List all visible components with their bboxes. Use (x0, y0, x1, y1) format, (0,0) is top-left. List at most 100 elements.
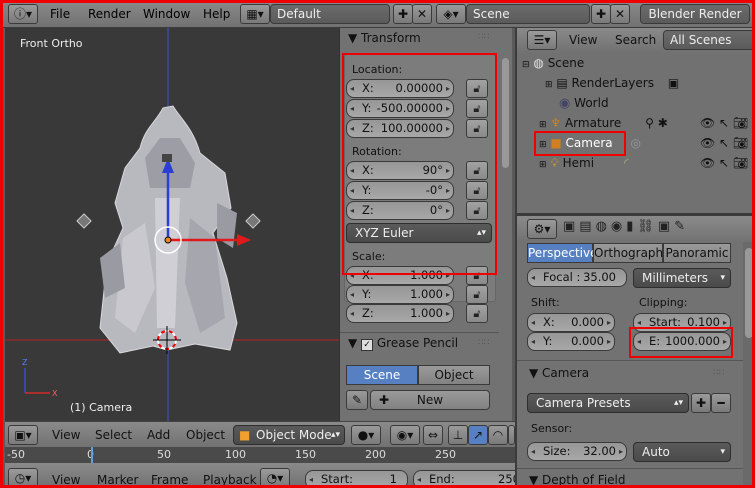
timeline-menu-view[interactable]: View (52, 473, 80, 487)
start-frame-label: Start: (321, 472, 353, 486)
shift-x-value: 0.000 (571, 315, 604, 329)
outliner-editor-type-button[interactable]: ☰▾ (527, 30, 557, 50)
tab-perspective[interactable]: Perspective (527, 243, 598, 263)
properties-scrollbar[interactable] (743, 242, 755, 488)
ruler-tick: 150 (295, 448, 316, 461)
grease-pencil-header[interactable]: ▼ ✓ Grease Pencil (348, 336, 458, 351)
menu-render[interactable]: Render (88, 7, 131, 21)
shift-y-field[interactable]: ◂ Y: 0.000 ▸ (527, 332, 615, 351)
move-icon[interactable]: ↗ (468, 425, 488, 445)
end-frame-label: End: (429, 472, 455, 486)
checkbox-icon[interactable]: ✓ (361, 339, 374, 351)
focal-length-field[interactable]: ◂ Focal :35.00 (527, 268, 627, 287)
outliner-row-renderlayers[interactable]: ⊞ ▤ RenderLayers ▣ (545, 73, 679, 93)
start-frame-value: 1 (389, 472, 397, 486)
manipulator-icon[interactable]: ⇔ (423, 425, 443, 445)
divider (517, 468, 743, 469)
outliner-row-world[interactable]: ◉ World (559, 93, 609, 113)
new-button[interactable]: ✚ New (370, 390, 490, 410)
sensor-size-field[interactable]: ◂ Size: 32.00 ▸ (527, 442, 627, 461)
sensor-size-value: 32.00 (583, 444, 616, 458)
world-icon: ◉ (559, 96, 571, 111)
timeline-menu-frame[interactable]: Frame (151, 473, 188, 487)
tab-orthographic[interactable]: Orthographic (593, 243, 673, 263)
menu-help[interactable]: Help (203, 7, 230, 21)
tab-panoramic[interactable]: Panoramic (663, 243, 731, 263)
outliner-label: Scene (547, 56, 585, 70)
add-screen-icon[interactable]: ✚ (393, 4, 413, 24)
ruler-tick: 50 (157, 448, 171, 461)
rotate-icon[interactable]: ◠ (488, 425, 508, 445)
menu-add[interactable]: Add (147, 428, 170, 442)
drag-handle-icon[interactable]: ∷∷ (478, 338, 489, 348)
menu-select[interactable]: Select (95, 428, 132, 442)
camera-section-header[interactable]: ▼ Camera (529, 366, 589, 380)
shift-x-field[interactable]: ◂ X: 0.000 ▸ (527, 313, 615, 332)
menu-object[interactable]: Object (186, 428, 225, 442)
clipping-label: Clipping: (639, 296, 688, 309)
camera-presets-select[interactable]: Camera Presets ▴▾ (527, 393, 689, 413)
translate-icon[interactable]: ⊥ (448, 425, 468, 445)
screen-layout-button[interactable]: ▦▾ (240, 4, 270, 24)
3d-view-header: ▣▾ View Select Add Object ■ Object Mode ▴▾… (5, 421, 515, 447)
shading-button[interactable]: ●▾ (351, 425, 381, 445)
shift-y-label: Y: (543, 334, 553, 348)
mode-value: Object Mode (256, 428, 332, 442)
ruler-tick: 200 (365, 448, 386, 461)
scene-selector-button[interactable]: ◈▾ (436, 4, 466, 24)
end-frame-field[interactable]: ◂ End: 250 (413, 470, 523, 488)
tab-scene[interactable]: Scene (346, 365, 418, 385)
scale-icon[interactable] (508, 425, 515, 445)
cube-icon: ■ (239, 428, 251, 442)
n-panel-scrollbar[interactable] (499, 28, 512, 421)
close-screen-icon[interactable]: ✕ (412, 4, 432, 24)
outliner-filter-select[interactable]: All Scenes (663, 30, 755, 50)
sensor-fit-value: Auto (642, 445, 670, 459)
mode-select[interactable]: ■ Object Mode ▴▾ (233, 425, 345, 445)
timeline-ruler[interactable]: -50 0 50 100 150 200 250 (5, 447, 515, 463)
playhead[interactable] (91, 447, 93, 463)
right-column: ☰▾ View Search All Scenes ⊟ ◍ Scene ⊞ ▤ … (515, 28, 755, 488)
scene-name-field[interactable]: Scene (466, 4, 590, 24)
tab-object[interactable]: Object (418, 365, 490, 385)
drag-handle-icon[interactable]: ∷∷ (713, 368, 724, 378)
menu-view[interactable]: View (52, 428, 80, 442)
remove-preset-icon[interactable]: ━ (711, 393, 731, 413)
properties-editor-type-button[interactable]: ⚙▾ (527, 219, 557, 239)
pencil-icon[interactable]: ✎ (346, 390, 368, 410)
menu-file[interactable]: File (50, 7, 70, 21)
render-engine-select[interactable]: Blender Render (640, 4, 750, 24)
3d-viewport[interactable]: Front Ortho Z X (1) Camera (5, 28, 339, 421)
add-scene-icon[interactable]: ✚ (591, 4, 611, 24)
editor-type-button[interactable]: ▣▾ (8, 425, 38, 445)
screen-name-field[interactable]: Default (270, 4, 390, 24)
highlight-transform (339, 28, 499, 328)
lens-unit-select[interactable]: Millimeters ▾ (633, 268, 731, 288)
outliner-row-scene[interactable]: ⊟ ◍ Scene (522, 53, 584, 73)
outliner-menu-view[interactable]: View (569, 33, 597, 47)
dof-header-label: Depth of Field (542, 473, 626, 487)
pivot-button[interactable]: ◉▾ (390, 425, 420, 445)
outliner-tree[interactable]: ⊟ ◍ Scene ⊞ ▤ RenderLayers ▣ ◉ World ⊞ ♆… (517, 53, 755, 213)
outliner-label: Hemi (562, 156, 595, 170)
keying-set-button[interactable]: ◔▾ (260, 468, 290, 488)
outliner-row-hemi[interactable]: ⊞ 💡︎ Hemi ◜ (539, 153, 629, 173)
grease-pencil-label: Grease Pencil (376, 336, 459, 350)
armature-icon: ♆ (550, 116, 562, 130)
info-editor-type-button[interactable]: ⓘ▾ (8, 4, 38, 24)
dof-section-header[interactable]: ▼ Depth of Field (529, 473, 626, 487)
top-header: ⓘ▾ File Render Window Help ▦▾ Default ✚ … (0, 0, 755, 28)
timeline-editor-type-button[interactable]: ◷▾ (8, 468, 38, 488)
outliner-menu-search[interactable]: Search (615, 33, 656, 47)
menu-window[interactable]: Window (143, 7, 190, 21)
axis-x-label: X (52, 389, 58, 398)
outliner-row-armature[interactable]: ⊞ ♆ Armature ⚲ ✱ (539, 113, 668, 133)
sensor-size-label: Size: (543, 444, 571, 458)
add-preset-icon[interactable]: ✚ (691, 393, 711, 413)
start-frame-field[interactable]: ◂ Start: 1 (305, 470, 408, 488)
close-scene-icon[interactable]: ✕ (610, 4, 630, 24)
timeline-menu-marker[interactable]: Marker (97, 473, 138, 487)
sensor-fit-select[interactable]: Auto ▾ (633, 442, 731, 462)
context-tabs[interactable]: ▣▤◍◉▮⛓▣✎ (563, 219, 689, 234)
timeline-menu-playback[interactable]: Playback (203, 473, 257, 487)
